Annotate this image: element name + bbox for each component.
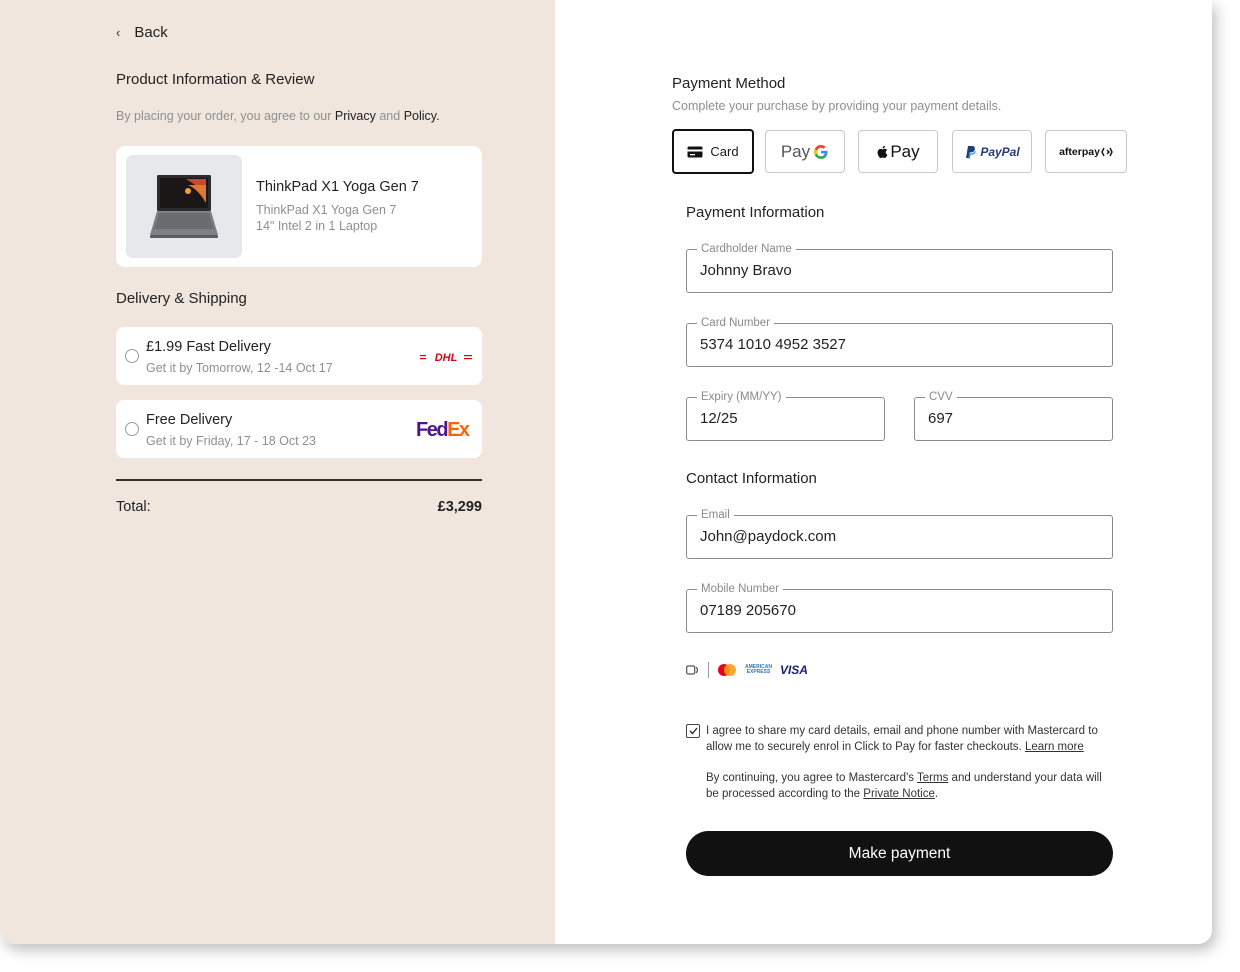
cardholder-name-field[interactable]: Cardholder Name — [686, 242, 1113, 293]
payment-method-title: Payment Method — [672, 75, 786, 92]
method-card-label: Card — [710, 144, 739, 159]
mobile-number-label: Mobile Number — [697, 582, 783, 596]
payment-method-subtitle: Complete your purchase by providing your… — [672, 99, 1002, 113]
amex-icon: AMERICAN EXPRESS — [745, 664, 772, 676]
terms-link[interactable]: Terms — [917, 772, 948, 784]
product-name: ThinkPad X1 Yoga Gen 7 — [256, 179, 419, 195]
policy-link[interactable]: Policy. — [404, 109, 440, 123]
product-image — [126, 155, 242, 258]
shipping-title: Free Delivery — [146, 412, 233, 428]
email-label: Email — [697, 508, 734, 522]
svg-text:FedEx: FedEx — [416, 419, 470, 441]
cvv-label: CVV — [925, 390, 957, 404]
agreement-prefix: By placing your order, you agree to our — [116, 109, 332, 123]
product-desc-line2: 14" Intel 2 in 1 Laptop — [256, 219, 378, 233]
make-payment-button[interactable]: Make payment — [686, 831, 1113, 876]
product-description: ThinkPad X1 Yoga Gen 7 14" Intel 2 in 1 … — [256, 202, 396, 234]
cvv-field[interactable]: CVV — [914, 390, 1113, 441]
learn-more-link[interactable]: Learn more — [1025, 741, 1084, 753]
agreement-text: By placing your order, you agree to our … — [116, 109, 440, 123]
cardholder-name-label: Cardholder Name — [697, 242, 796, 256]
terms-period: . — [934, 788, 939, 800]
chevron-left-icon: ‹ — [116, 25, 121, 40]
expiry-input[interactable] — [700, 410, 868, 427]
checkout-window: ‹ Back Product Information & Review By p… — [0, 0, 1212, 944]
mastercard-icon — [718, 664, 736, 676]
afterpay-label: afterpay — [1059, 145, 1100, 158]
email-field[interactable]: Email — [686, 508, 1113, 559]
contact-information-heading: Contact Information — [686, 470, 817, 487]
laptop-icon — [150, 175, 218, 238]
total-value: £3,299 — [437, 499, 482, 515]
click-to-pay-icon — [686, 665, 699, 675]
shipping-subtitle: Get it by Tomorrow, 12 -14 Oct 17 — [146, 361, 333, 375]
method-google-pay-button[interactable]: Pay — [765, 130, 845, 173]
shipping-subtitle: Get it by Friday, 17 - 18 Oct 23 — [146, 434, 316, 448]
product-card: ThinkPad X1 Yoga Gen 7 ThinkPad X1 Yoga … — [116, 146, 482, 267]
cvv-input[interactable] — [928, 410, 1096, 427]
paypal-label: PayPal — [980, 144, 1020, 159]
method-afterpay-button[interactable]: afterpay — [1045, 130, 1127, 173]
apple-icon — [877, 145, 888, 158]
payment-information-heading: Payment Information — [686, 204, 825, 221]
gpay-label: Pay — [780, 141, 811, 161]
consent-text: I agree to share my card details, email … — [706, 723, 1116, 755]
afterpay-icon — [1101, 147, 1113, 156]
expiry-label: Expiry (MM/YY) — [697, 390, 786, 404]
back-button[interactable]: ‹ Back — [116, 24, 168, 41]
mobile-number-field[interactable]: Mobile Number — [686, 582, 1113, 633]
card-number-field[interactable]: Card Number — [686, 316, 1113, 367]
payment-panel: Payment Method Complete your purchase by… — [555, 0, 1212, 944]
email-input[interactable] — [700, 528, 1062, 545]
product-heading: Product Information & Review — [116, 71, 315, 88]
expiry-field[interactable]: Expiry (MM/YY) — [686, 390, 885, 441]
apple-pay-label: Pay — [890, 141, 920, 161]
shipping-option-fast[interactable]: £1.99 Fast Delivery Get it by Tomorrow, … — [116, 327, 482, 385]
consent-checkbox[interactable] — [686, 724, 700, 738]
paypal-icon — [966, 145, 976, 158]
shipping-title: £1.99 Fast Delivery — [146, 339, 271, 355]
method-apple-pay-button[interactable]: Pay — [858, 130, 938, 173]
dhl-logo: DHL — [420, 350, 472, 368]
agreement-and: and — [379, 109, 401, 123]
card-number-label: Card Number — [697, 316, 775, 330]
delivery-heading: Delivery & Shipping — [116, 290, 247, 307]
mobile-number-input[interactable] — [700, 602, 1062, 619]
total-label: Total: — [116, 499, 151, 515]
terms-text: By continuing, you agree to Mastercard's… — [706, 770, 1116, 802]
method-card-button[interactable]: Card — [672, 129, 754, 174]
brand-divider — [708, 662, 709, 678]
method-paypal-button[interactable]: PayPal — [952, 130, 1032, 173]
visa-icon: VISA — [779, 663, 808, 677]
radio-free-delivery[interactable] — [125, 422, 139, 436]
private-notice-link[interactable]: Private Notice — [863, 788, 935, 800]
card-number-input[interactable] — [700, 336, 1062, 353]
checkmark-icon — [689, 727, 698, 735]
radio-fast-delivery[interactable] — [125, 349, 139, 363]
product-desc-line1: ThinkPad X1 Yoga Gen 7 — [256, 203, 397, 217]
cardholder-name-input[interactable] — [700, 262, 1062, 279]
amex-line2: EXPRESS — [746, 669, 771, 675]
shipping-option-free[interactable]: Free Delivery Get it by Friday, 17 - 18 … — [116, 400, 482, 458]
terms-prefix: By continuing, you agree to Mastercard's — [706, 772, 915, 784]
card-brands-row: AMERICAN EXPRESS VISA — [686, 662, 808, 678]
fedex-logo: FedEx — [416, 417, 472, 446]
back-label: Back — [134, 24, 168, 41]
svg-text:DHL: DHL — [435, 352, 458, 363]
privacy-link[interactable]: Privacy — [335, 109, 376, 123]
google-g-icon — [814, 144, 828, 159]
divider — [116, 479, 482, 481]
order-summary-panel: ‹ Back Product Information & Review By p… — [0, 0, 555, 944]
credit-card-icon — [687, 146, 703, 157]
